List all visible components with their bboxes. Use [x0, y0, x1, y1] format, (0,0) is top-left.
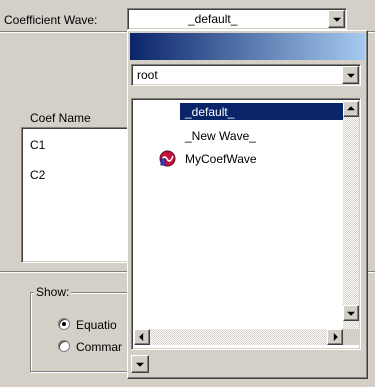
popup-expand-button[interactable]	[131, 355, 149, 373]
scroll-down-button[interactable]	[343, 305, 359, 321]
folder-dropdown[interactable]: root	[131, 64, 361, 86]
radio-button-equation[interactable]	[58, 318, 70, 330]
chevron-right-icon	[333, 333, 338, 341]
chevron-left-icon	[139, 333, 144, 341]
coefficient-wave-dropdown[interactable]: _default_	[127, 8, 347, 30]
show-group-title: Show:	[34, 285, 72, 299]
folder-dropdown-arrow[interactable]	[342, 66, 359, 84]
radio-command-label: Commar	[76, 340, 123, 354]
chevron-down-icon	[347, 311, 355, 316]
chevron-down-icon	[332, 17, 341, 22]
dropdown-arrow-button[interactable]	[328, 10, 345, 28]
coef-row[interactable]: C1	[30, 138, 45, 152]
wave-list-item-new-wave[interactable]: _New Wave_	[185, 129, 256, 143]
radio-button-command[interactable]	[58, 340, 70, 352]
scroll-up-button[interactable]	[343, 101, 359, 117]
coef-row[interactable]: C2	[30, 168, 45, 182]
chevron-down-icon	[346, 73, 355, 78]
coefficient-wave-label: Coefficient Wave:	[4, 13, 98, 27]
coef-list[interactable]: C1 C2	[21, 127, 143, 263]
scroll-left-button[interactable]	[134, 329, 150, 345]
coef-name-header: Coef Name	[30, 111, 91, 125]
folder-dropdown-value: root	[137, 68, 158, 82]
popup-title-bar[interactable]	[130, 33, 365, 60]
coefficient-wave-selected: _default_	[188, 12, 238, 26]
wave-list-item-label: _default_	[185, 105, 235, 119]
chevron-up-icon	[347, 106, 355, 111]
wave-list[interactable]: _default_ _New Wave_ MyCoefWave	[131, 98, 361, 350]
horizontal-scrollbar[interactable]	[134, 329, 343, 345]
wave-file-icon	[159, 150, 176, 167]
scroll-right-button[interactable]	[327, 329, 343, 345]
scroll-corner	[343, 329, 359, 345]
radio-equation-label: Equatio	[76, 318, 117, 332]
chevron-down-icon	[136, 362, 144, 367]
vertical-scrollbar[interactable]	[343, 101, 359, 329]
wave-list-item-mycoefwave[interactable]: MyCoefWave	[185, 152, 257, 166]
